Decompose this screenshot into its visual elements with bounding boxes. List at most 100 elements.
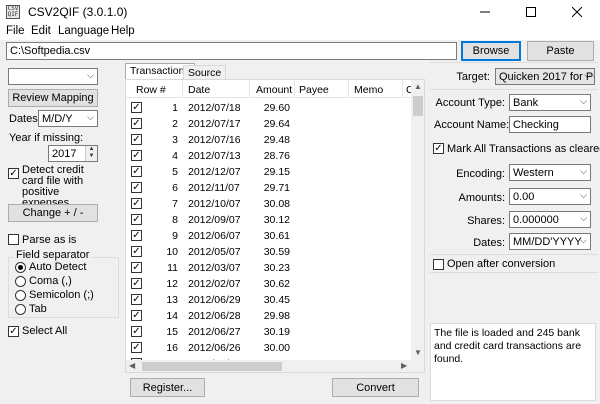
row-checkbox[interactable]: ✓ <box>131 102 142 113</box>
row-checkbox[interactable]: ✓ <box>131 326 142 337</box>
date-cell: 2012/07/18 <box>188 102 241 114</box>
table-row[interactable]: ✓ 5 2012/12/07 29.15 <box>126 164 411 180</box>
detect-credit-card-checkbox[interactable]: ✓ <box>8 168 19 179</box>
maximize-button[interactable] <box>508 0 554 24</box>
row-checkbox[interactable]: ✓ <box>131 214 142 225</box>
table-row[interactable]: ✓182012/06/2230.30 <box>126 372 411 373</box>
column-divider[interactable] <box>294 80 295 98</box>
menu-file[interactable]: File <box>6 25 25 37</box>
table-row[interactable]: ✓ 2 2012/07/17 29.64 <box>126 116 411 132</box>
table-row[interactable]: ✓ 14 2012/06/28 29.98 <box>126 308 411 324</box>
paste-button[interactable]: Paste <box>527 41 594 61</box>
row-checkbox[interactable]: ✓ <box>131 278 142 289</box>
radio-semicolon[interactable] <box>15 290 26 301</box>
select-all-label: Select All <box>22 325 68 337</box>
table-row[interactable]: ✓ 3 2012/07/16 29.48 <box>126 132 411 148</box>
menu-help[interactable]: Help <box>111 25 135 37</box>
browse-button[interactable]: Browse <box>461 41 521 61</box>
column-divider[interactable] <box>182 80 183 98</box>
table-row[interactable]: ✓ 6 2012/11/07 29.71 <box>126 180 411 196</box>
parse-as-is-checkbox[interactable] <box>8 234 19 245</box>
table-row[interactable]: ✓ 16 2012/06/26 30.00 <box>126 340 411 356</box>
row-number-cell: 10 <box>166 246 178 258</box>
table-row[interactable]: ✓ 10 2012/05/07 30.59 <box>126 244 411 260</box>
column-header-amount[interactable]: Amount <box>256 84 292 96</box>
row-checkbox[interactable]: ✓ <box>131 310 142 321</box>
table-row[interactable]: ✓ 7 2012/10/07 30.08 <box>126 196 411 212</box>
column-header-date[interactable]: Date <box>188 84 210 96</box>
table-row[interactable]: ✓ 11 2012/03/07 30.23 <box>126 260 411 276</box>
file-path-input[interactable]: C:\Softpedia.csv <box>6 42 457 60</box>
row-checkbox[interactable]: ✓ <box>131 294 142 305</box>
row-checkbox[interactable]: ✓ <box>131 182 142 193</box>
review-mapping-button[interactable]: Review Mapping <box>8 89 98 107</box>
column-header-row[interactable]: Row # <box>136 84 166 96</box>
account-name-input[interactable]: Checking <box>509 116 591 133</box>
close-icon <box>572 7 582 17</box>
shares-combo[interactable]: 0.000000 ⌵ <box>509 211 591 228</box>
amounts-combo[interactable]: 0.00 ⌵ <box>509 188 591 205</box>
radio-coma[interactable] <box>15 276 26 287</box>
open-after-conversion-checkbox[interactable] <box>433 259 444 270</box>
horizontal-scrollbar[interactable]: ◀ ▶ <box>126 360 424 372</box>
year-spinner[interactable]: 2017 ▲ ▼ <box>48 145 98 162</box>
row-number-cell: 4 <box>172 150 178 162</box>
menu-language[interactable]: Language <box>58 25 109 37</box>
row-checkbox[interactable]: ✓ <box>131 198 142 209</box>
date-format-combo[interactable]: MM/DD'YYYY ⌵ <box>509 233 591 250</box>
row-number-cell: 7 <box>172 198 178 210</box>
scroll-up-icon[interactable]: ▲ <box>414 82 422 91</box>
select-all-checkbox[interactable]: ✓ <box>8 326 19 337</box>
column-divider[interactable] <box>348 80 349 98</box>
row-checkbox[interactable]: ✓ <box>131 166 142 177</box>
table-row[interactable]: ✓ 9 2012/06/07 30.61 <box>126 228 411 244</box>
table-row[interactable]: ✓ 8 2012/09/07 30.12 <box>126 212 411 228</box>
scroll-down-icon[interactable]: ▼ <box>414 348 422 357</box>
table-row[interactable]: ✓ 15 2012/06/27 30.19 <box>126 324 411 340</box>
column-header-memo[interactable]: Memo <box>354 84 383 96</box>
row-checkbox[interactable]: ✓ <box>131 118 142 129</box>
radio-auto-detect[interactable] <box>15 262 26 273</box>
scroll-right-icon[interactable]: ▶ <box>401 361 407 370</box>
spinner-arrows-icon[interactable]: ▲ ▼ <box>85 146 97 161</box>
target-combo[interactable]: Quicken 2017 for PC ⌵ <box>495 68 595 85</box>
column-divider[interactable] <box>249 80 250 98</box>
row-checkbox[interactable]: ✓ <box>131 150 142 161</box>
row-checkbox[interactable]: ✓ <box>131 230 142 241</box>
tab-source[interactable]: Source <box>183 65 227 79</box>
transactions-table: Row # Date Amount Payee Memo C ✓ 1 2012/07… <box>125 79 425 373</box>
column-header-payee[interactable]: Payee <box>299 84 329 96</box>
table-row[interactable]: ✓ 4 2012/07/13 28.76 <box>126 148 411 164</box>
mark-cleared-checkbox[interactable]: ✓ <box>433 143 444 154</box>
account-type-value: Bank <box>513 97 539 109</box>
account-type-combo[interactable]: Bank ⌵ <box>509 94 591 111</box>
menu-edit[interactable]: Edit <box>31 25 51 37</box>
radio-tab[interactable] <box>15 304 26 315</box>
change-sign-button[interactable]: Change + / - <box>8 204 98 222</box>
mapping-combo[interactable]: ⌵ <box>8 68 98 85</box>
table-row[interactable]: ✓ 1 2012/07/18 29.60 <box>126 100 411 116</box>
close-button[interactable] <box>554 0 600 24</box>
scroll-left-icon[interactable]: ◀ <box>129 361 135 370</box>
row-checkbox[interactable]: ✓ <box>131 342 142 353</box>
table-row[interactable]: ✓ 12 2012/02/07 30.62 <box>126 276 411 292</box>
row-checkbox[interactable]: ✓ <box>131 134 142 145</box>
convert-button[interactable]: Convert <box>332 378 419 397</box>
date-cell: 2012/06/29 <box>188 294 241 306</box>
row-number-cell: 11 <box>167 262 178 274</box>
horizontal-scroll-thumb[interactable] <box>142 362 282 371</box>
date-cell: 2012/07/13 <box>188 150 241 162</box>
table-row[interactable]: ✓ 13 2012/06/29 30.45 <box>126 292 411 308</box>
encoding-combo[interactable]: Western ⌵ <box>509 164 591 181</box>
amount-cell: 30.08 <box>263 198 290 210</box>
column-divider[interactable] <box>402 80 403 98</box>
row-checkbox[interactable]: ✓ <box>131 262 142 273</box>
row-checkbox[interactable]: ✓ <box>131 246 142 257</box>
dates-format-combo[interactable]: M/D/Y ⌵ <box>38 110 98 127</box>
minimize-button[interactable] <box>462 0 508 24</box>
register-button[interactable]: Register... <box>130 378 205 397</box>
vertical-scroll-thumb[interactable] <box>413 96 423 116</box>
radio-tab-label: Tab <box>29 303 47 315</box>
date-cell: 2012/07/16 <box>188 134 241 146</box>
vertical-scrollbar[interactable]: ▲ ▼ <box>411 80 424 360</box>
